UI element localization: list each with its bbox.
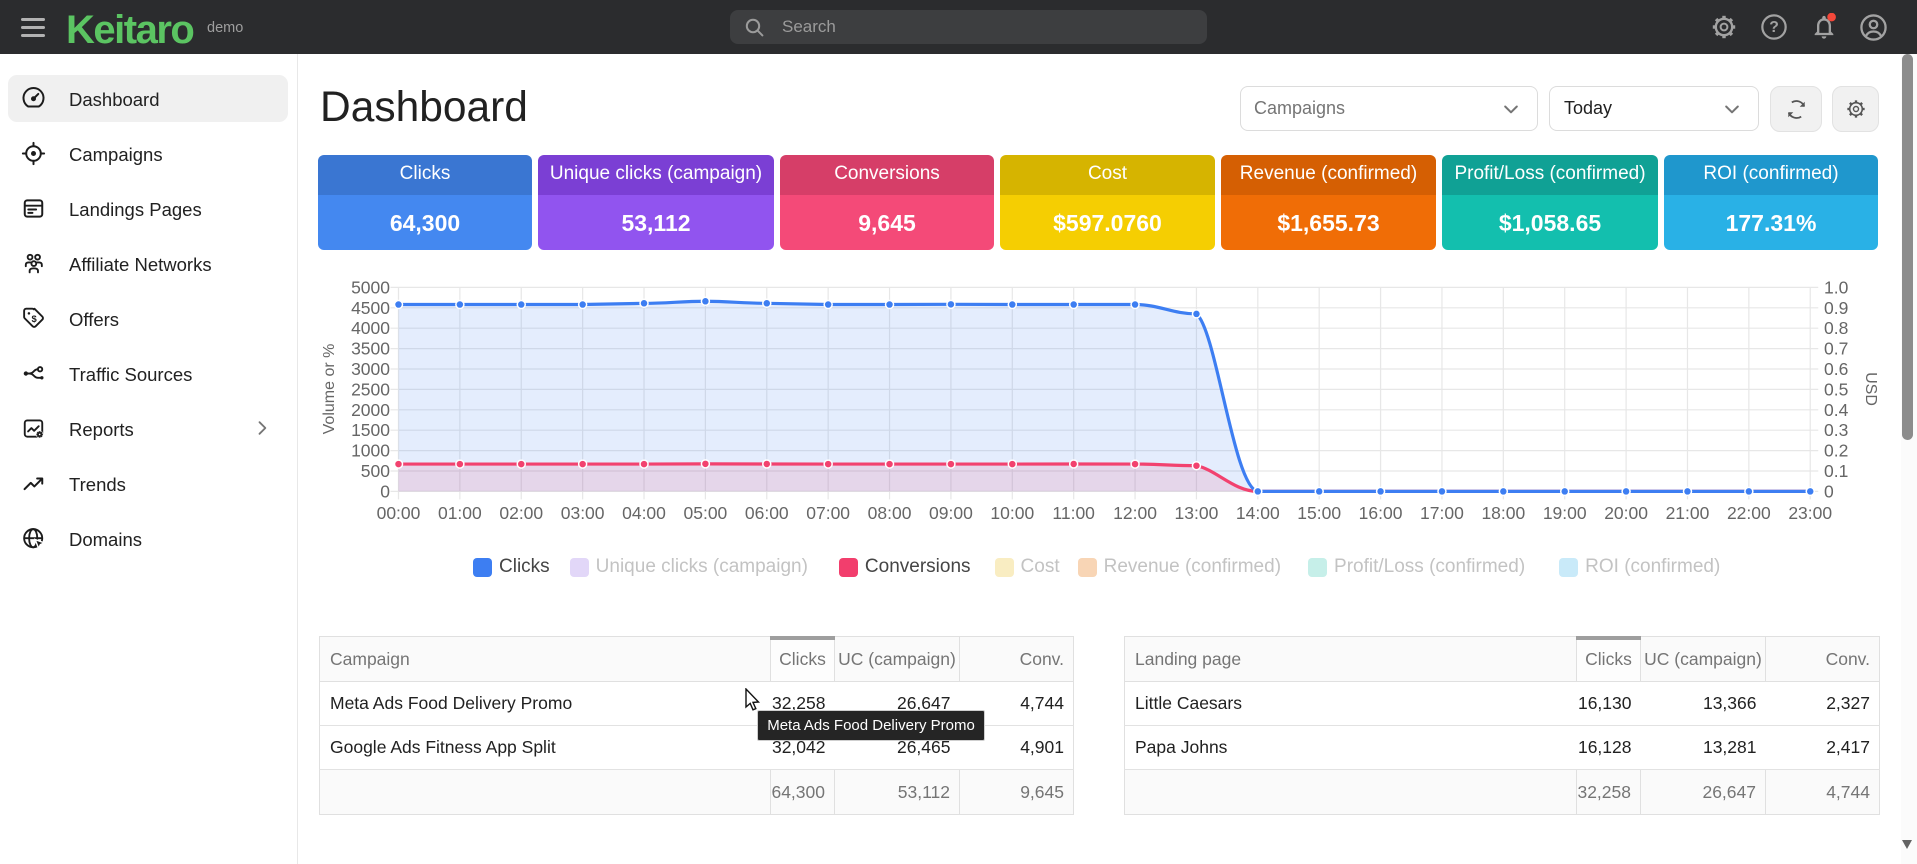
svg-text:Volume or %: Volume or % (321, 344, 338, 435)
svg-text:0: 0 (1824, 481, 1834, 501)
svg-text:16:00: 16:00 (1359, 503, 1403, 523)
svg-text:1000: 1000 (351, 441, 390, 461)
svg-text:20:00: 20:00 (1604, 503, 1648, 523)
svg-text:0.6: 0.6 (1824, 359, 1848, 379)
svg-text:500: 500 (361, 461, 390, 481)
svg-text:1.0: 1.0 (1824, 277, 1849, 297)
svg-text:03:00: 03:00 (561, 503, 605, 523)
svg-text:4000: 4000 (351, 318, 390, 338)
svg-text:2500: 2500 (351, 379, 390, 399)
svg-text:0.1: 0.1 (1824, 461, 1848, 481)
svg-text:0: 0 (380, 481, 390, 501)
svg-text:19:00: 19:00 (1543, 503, 1587, 523)
svg-text:0.3: 0.3 (1824, 420, 1848, 440)
svg-text:1500: 1500 (351, 420, 390, 440)
svg-text:02:00: 02:00 (499, 503, 543, 523)
svg-text:18:00: 18:00 (1481, 503, 1525, 523)
svg-text:0.5: 0.5 (1824, 379, 1848, 399)
svg-text:3000: 3000 (351, 359, 390, 379)
svg-text:10:00: 10:00 (990, 503, 1034, 523)
svg-text:4500: 4500 (351, 298, 390, 318)
svg-text:09:00: 09:00 (929, 503, 973, 523)
svg-text:01:00: 01:00 (438, 503, 482, 523)
svg-text:15:00: 15:00 (1297, 503, 1341, 523)
svg-text:$: $ (32, 314, 38, 324)
svg-text:14:00: 14:00 (1236, 503, 1280, 523)
svg-text:?: ? (1769, 19, 1779, 36)
svg-text:05:00: 05:00 (684, 503, 728, 523)
svg-text:21:00: 21:00 (1666, 503, 1710, 523)
svg-text:USD: USD (1862, 372, 1879, 406)
svg-text:0.4: 0.4 (1824, 400, 1849, 420)
svg-text:12:00: 12:00 (1113, 503, 1157, 523)
svg-text:11:00: 11:00 (1052, 503, 1095, 523)
svg-text:00:00: 00:00 (377, 503, 421, 523)
svg-text:3500: 3500 (351, 339, 390, 359)
svg-text:2000: 2000 (351, 400, 390, 420)
svg-text:08:00: 08:00 (868, 503, 912, 523)
svg-text:0.9: 0.9 (1824, 298, 1848, 318)
svg-text:23:00: 23:00 (1788, 503, 1832, 523)
svg-text:06:00: 06:00 (745, 503, 789, 523)
svg-text:0.7: 0.7 (1824, 339, 1848, 359)
svg-text:13:00: 13:00 (1175, 503, 1219, 523)
svg-text:5000: 5000 (351, 277, 390, 297)
svg-text:17:00: 17:00 (1420, 503, 1464, 523)
svg-text:0.8: 0.8 (1824, 318, 1848, 338)
svg-text:07:00: 07:00 (806, 503, 850, 523)
svg-text:04:00: 04:00 (622, 503, 666, 523)
svg-text:22:00: 22:00 (1727, 503, 1771, 523)
svg-text:0.2: 0.2 (1824, 441, 1848, 461)
